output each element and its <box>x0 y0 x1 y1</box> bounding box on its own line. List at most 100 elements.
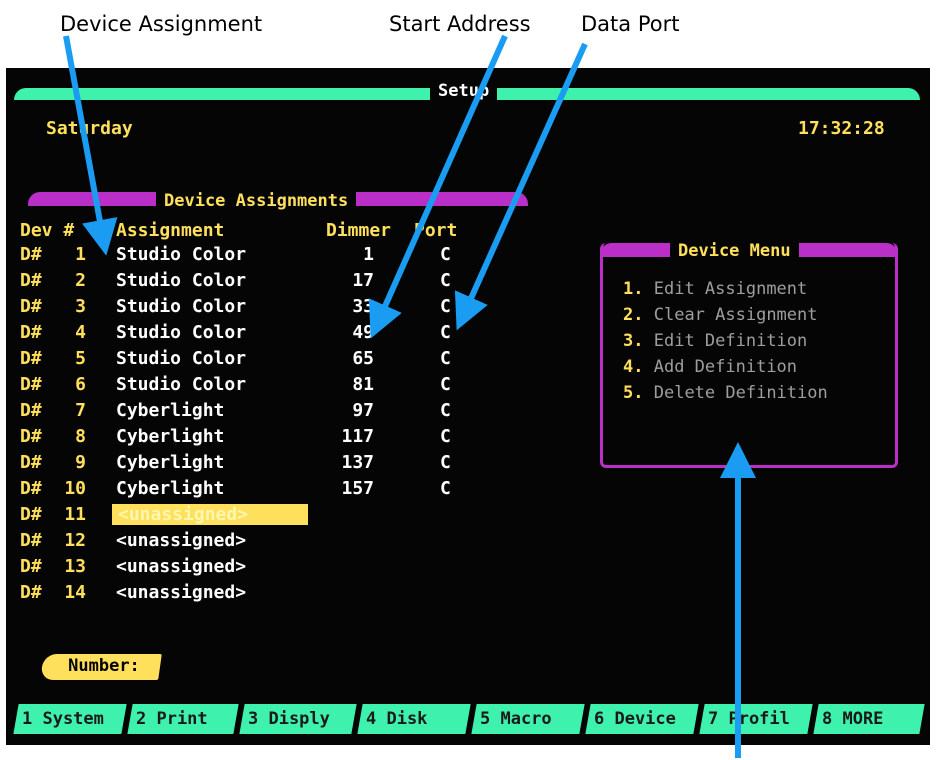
function-key[interactable]: 3 Disply <box>239 704 357 734</box>
function-key-label: 5 Macro <box>480 709 552 729</box>
function-key-label: 2 Print <box>136 709 208 729</box>
dimmer-cell: 117 <box>341 426 374 447</box>
function-key-label: 6 Device <box>594 709 676 729</box>
assignment-cell: Cyberlight <box>116 426 225 447</box>
menu-item[interactable]: 5. Delete Definition <box>623 383 828 403</box>
port-cell: C <box>440 348 451 369</box>
dev-label: D# <box>20 478 42 499</box>
menu-item-label: Add Definition <box>653 357 798 377</box>
dev-label: D# <box>20 270 42 291</box>
table-row[interactable]: D# 1 Studio Color 1 C <box>20 244 520 270</box>
dev-number: 3 <box>75 296 86 317</box>
number-prompt-label: Number: <box>68 656 140 676</box>
function-key[interactable]: 1 System <box>13 704 127 734</box>
assignment-cell: Studio Color <box>116 244 247 265</box>
day-label: Saturday <box>46 118 133 139</box>
port-cell: C <box>440 400 451 421</box>
dev-number: 8 <box>75 426 86 447</box>
table-row[interactable]: D# 7 Cyberlight 97 C <box>20 400 520 426</box>
device-menu: 1. Edit Assignment 2. Clear Assignment 3. … <box>600 243 898 468</box>
function-key[interactable]: 7 Profil <box>699 704 813 734</box>
dev-label: D# <box>20 400 42 421</box>
menu-item[interactable]: 1. Edit Assignment <box>623 279 807 299</box>
menu-item-key: 5. <box>623 383 644 403</box>
function-key[interactable]: 6 Device <box>585 704 699 734</box>
dev-number: 7 <box>75 400 86 421</box>
menu-item-label: Edit Definition <box>653 331 808 351</box>
menu-item-label: Edit Assignment <box>653 279 808 299</box>
menu-item[interactable]: 3. Edit Definition <box>623 331 807 351</box>
dev-label: D# <box>20 504 42 525</box>
dev-label: D# <box>20 452 42 473</box>
dimmer-cell: 97 <box>352 400 374 421</box>
screen-title: Setup <box>430 80 498 102</box>
menu-item[interactable]: 4. Add Definition <box>623 357 797 377</box>
table-row[interactable]: D# 2 Studio Color 17 C <box>20 270 520 296</box>
dev-number: 11 <box>64 504 86 525</box>
dimmer-cell: 1 <box>363 244 374 265</box>
dev-number: 1 <box>75 244 86 265</box>
callout-data-port: Data Port <box>581 12 680 36</box>
menu-item-key: 1. <box>623 279 644 299</box>
header-dimmer: Dimmer <box>326 220 392 241</box>
assignment-cell: Cyberlight <box>116 452 225 473</box>
port-cell: C <box>440 426 451 447</box>
table-row[interactable]: D# 6 Studio Color 81 C <box>20 374 520 400</box>
table-row[interactable]: D# 13 <unassigned> <box>20 556 520 582</box>
port-cell: C <box>440 478 451 499</box>
table-row[interactable]: D# 5 Studio Color 65 C <box>20 348 520 374</box>
table-row[interactable]: D# 3 Studio Color 33 C <box>20 296 520 322</box>
menu-item-key: 3. <box>623 331 644 351</box>
dev-number: 2 <box>75 270 86 291</box>
dev-number: 9 <box>75 452 86 473</box>
table-row[interactable]: D# 10 Cyberlight 157 C <box>20 478 520 504</box>
dev-number: 13 <box>64 556 86 577</box>
menu-item-key: 2. <box>623 305 644 325</box>
dimmer-cell: 157 <box>341 478 374 499</box>
function-key-label: 7 Profil <box>708 709 790 729</box>
table-row[interactable]: D# 14 <unassigned> <box>20 582 520 608</box>
dev-label: D# <box>20 426 42 447</box>
table-row[interactable]: D# 12 <unassigned> <box>20 530 520 556</box>
function-key[interactable]: 8 MORE <box>813 704 925 734</box>
dev-number: 10 <box>64 478 86 499</box>
table-row[interactable]: D# 4 Studio Color 49 C <box>20 322 520 348</box>
header-dev: Dev # <box>20 220 75 241</box>
table-row[interactable]: D# 8 Cyberlight 117 C <box>20 426 520 452</box>
function-key-label: 8 MORE <box>822 709 884 729</box>
function-key[interactable]: 5 Macro <box>471 704 585 734</box>
function-key-label: 3 Disply <box>248 709 330 729</box>
assignment-cell: <unassigned> <box>116 556 247 577</box>
table-row[interactable]: D# 9 Cyberlight 137 C <box>20 452 520 478</box>
setup-screen: Setup Saturday 17:32:28 Device Assignmen… <box>6 68 930 745</box>
function-key[interactable]: 2 Print <box>127 704 239 734</box>
number-input[interactable]: Number: <box>40 654 162 680</box>
dev-label: D# <box>20 530 42 551</box>
callout-device-assignment: Device Assignment <box>60 12 263 36</box>
function-key-bar: 1 System 2 Print 3 Disply 4 Disk 5 Macro 6 De… <box>13 704 926 734</box>
dimmer-cell: 17 <box>352 270 374 291</box>
table-row[interactable]: D# 11 <unassigned> <box>20 504 520 530</box>
assignment-cell: <unassigned> <box>116 530 247 551</box>
dimmer-cell: 49 <box>352 322 374 343</box>
menu-item[interactable]: 2. Clear Assignment <box>623 305 818 325</box>
dev-number: 4 <box>75 322 86 343</box>
dimmer-cell: 137 <box>341 452 374 473</box>
header-port: Port <box>414 220 458 241</box>
function-key-label: 4 Disk <box>366 709 428 729</box>
port-cell: C <box>440 452 451 473</box>
port-cell: C <box>440 270 451 291</box>
assignment-cell: Studio Color <box>116 322 247 343</box>
dev-number: 12 <box>64 530 86 551</box>
dev-number: 5 <box>75 348 86 369</box>
assignment-cell: Cyberlight <box>116 400 225 421</box>
clock: 17:32:28 <box>798 118 885 139</box>
dev-label: D# <box>20 582 42 603</box>
panel-title: Device Assignments <box>156 190 357 212</box>
function-key-label: 1 System <box>22 709 104 729</box>
dev-label: D# <box>20 244 42 265</box>
function-key[interactable]: 4 Disk <box>357 704 471 734</box>
dimmer-cell: 65 <box>352 348 374 369</box>
dev-number: 6 <box>75 374 86 395</box>
dev-label: D# <box>20 556 42 577</box>
